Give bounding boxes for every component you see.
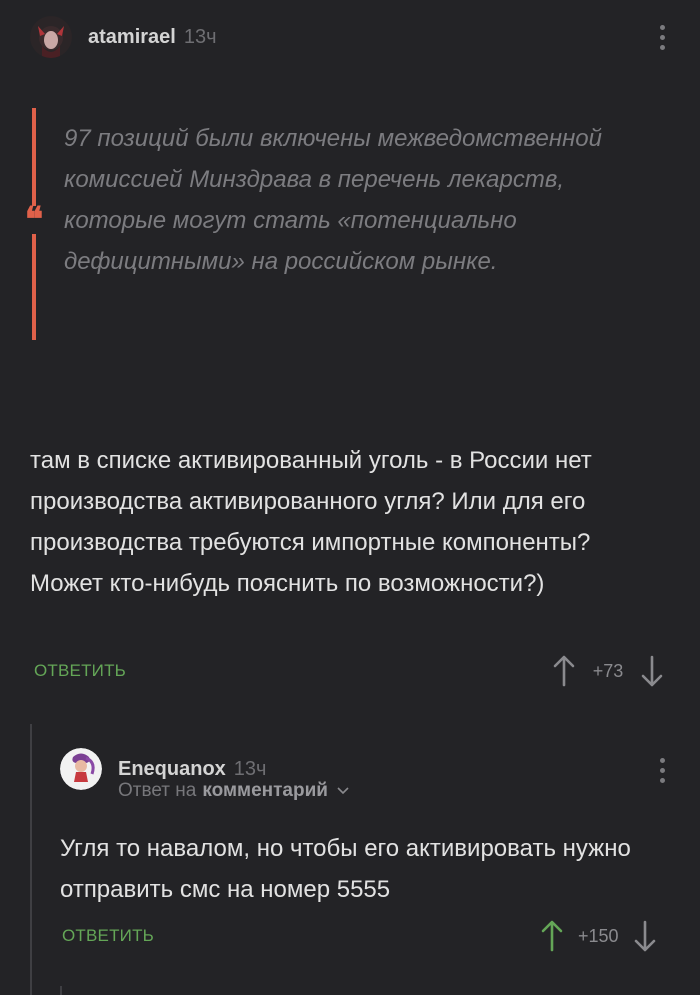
thread-line-nested[interactable]: [60, 986, 62, 995]
reply-button[interactable]: ОТВЕТИТЬ: [62, 926, 154, 946]
reply-text: Угля то навалом, но чтобы его активирова…: [60, 835, 631, 903]
thread-line[interactable]: [30, 724, 32, 995]
rating-controls: +73: [552, 654, 664, 688]
quote-text: 97 позиций были включены межведомственно…: [64, 125, 602, 275]
arrow-up-icon[interactable]: [540, 919, 564, 953]
reply-to-target[interactable]: комментарий: [202, 780, 328, 802]
rating-count: +150: [578, 925, 619, 946]
arrow-down-icon[interactable]: [633, 919, 657, 953]
rating-controls: +150: [540, 919, 657, 953]
comment-time: 13ч: [183, 25, 217, 48]
author-name[interactable]: atamirael: [88, 26, 176, 49]
arrow-up-icon[interactable]: [552, 654, 576, 688]
comment-time: 13ч: [233, 757, 267, 780]
more-vertical-icon[interactable]: [655, 758, 669, 783]
arrow-down-icon[interactable]: [640, 654, 664, 688]
reply-button[interactable]: ОТВЕТИТЬ: [34, 661, 126, 681]
reply-to-link[interactable]: Ответ на комментарий: [118, 780, 350, 802]
reply-to-prefix: Ответ на: [118, 780, 197, 801]
comment-text: там в списке активированный уголь - в Ро…: [30, 447, 592, 597]
avatar[interactable]: [60, 748, 102, 790]
quote-icon: ❝: [24, 200, 44, 240]
comment-header: atamirael 13ч: [30, 16, 217, 58]
chevron-down-icon[interactable]: [336, 786, 350, 796]
more-vertical-icon[interactable]: [655, 25, 669, 50]
author-name[interactable]: Enequanox: [118, 758, 226, 781]
rating-count: +73: [592, 660, 624, 681]
blockquote: ❝ 97 позиций были включены межведомствен…: [24, 108, 670, 340]
avatar[interactable]: [30, 16, 72, 58]
